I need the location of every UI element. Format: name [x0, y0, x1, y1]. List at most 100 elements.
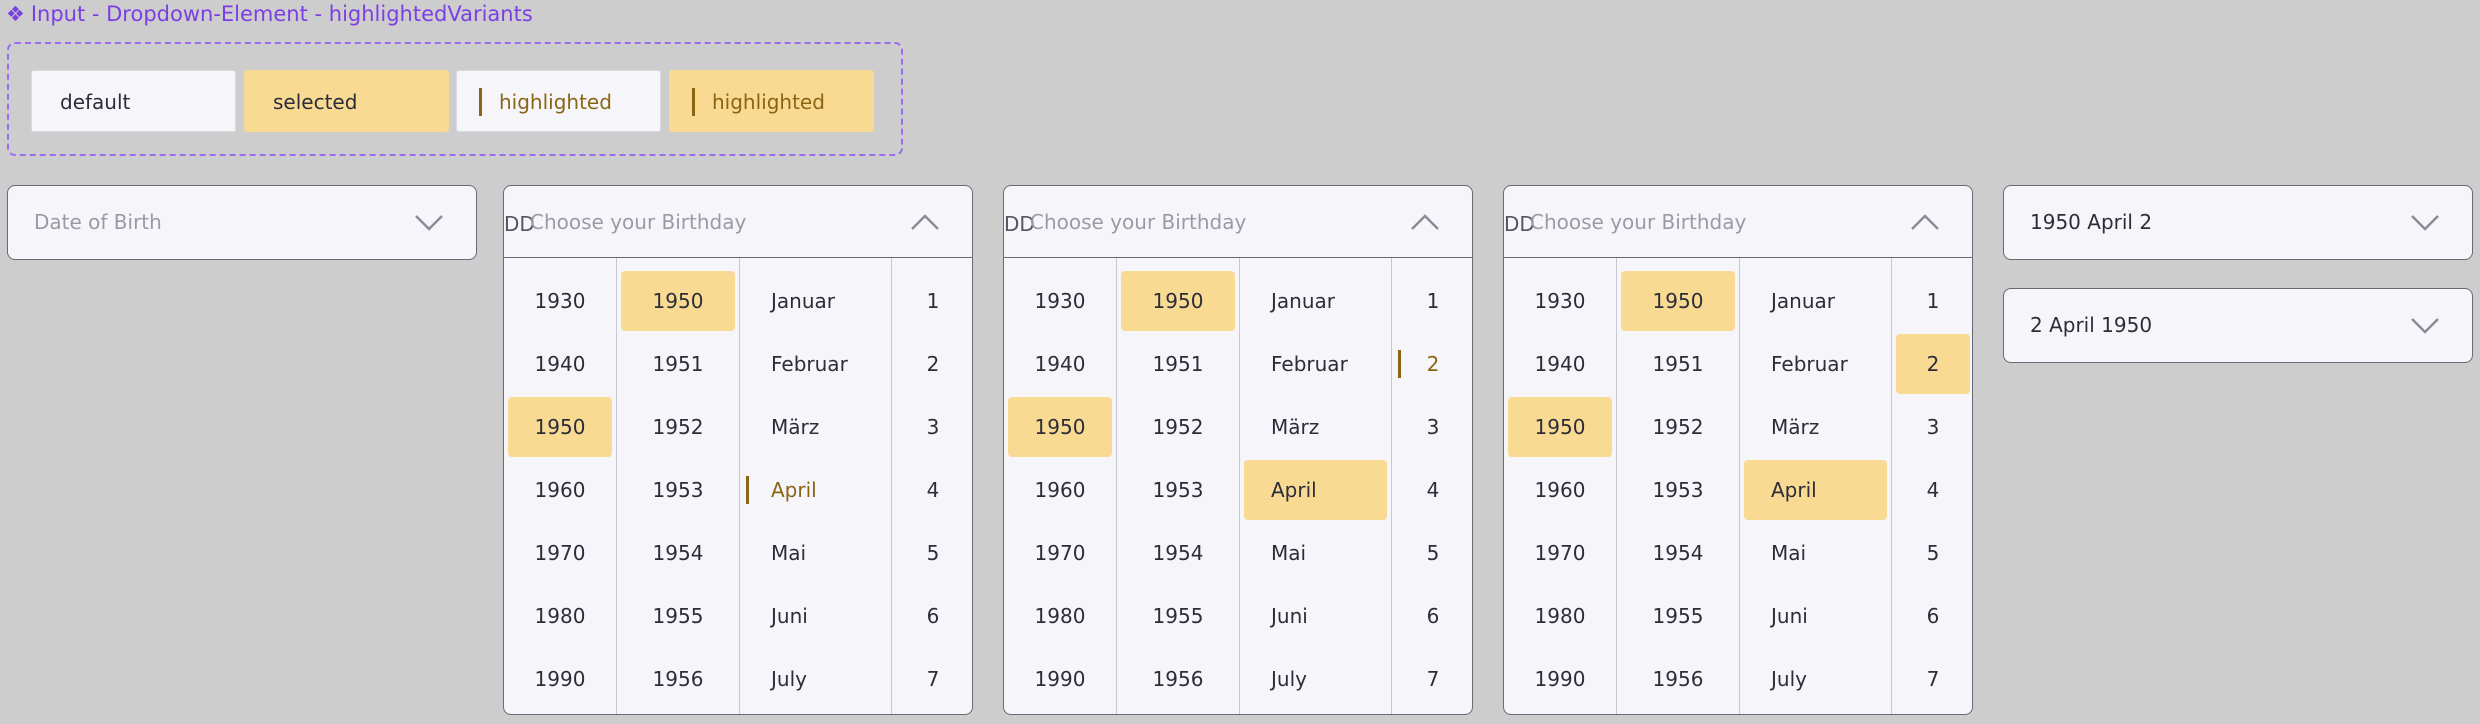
month-option[interactable]: März: [744, 397, 887, 457]
day-option[interactable]: 4: [1396, 460, 1470, 520]
month-option[interactable]: Juni: [744, 586, 887, 646]
decade-option[interactable]: 1990: [508, 649, 612, 709]
decade-option[interactable]: 1950: [508, 397, 612, 457]
chevron-down-icon[interactable]: [414, 210, 444, 234]
day-option[interactable]: 1: [896, 271, 970, 331]
decade-option[interactable]: 1970: [1508, 523, 1612, 583]
decade-option[interactable]: 1960: [1008, 460, 1112, 520]
day-option[interactable]: 7: [896, 649, 970, 709]
decade-option[interactable]: 1990: [1508, 649, 1612, 709]
decade-option[interactable]: 1930: [1008, 271, 1112, 331]
month-option[interactable]: März: [1244, 397, 1387, 457]
chevron-up-icon[interactable]: [1410, 210, 1440, 234]
picker-header[interactable]: DD Choose your Birthday: [1504, 186, 1972, 258]
decade-option[interactable]: 1930: [508, 271, 612, 331]
variant-selected[interactable]: selected: [244, 70, 449, 132]
day-option[interactable]: 3: [896, 397, 970, 457]
year-option[interactable]: 1951: [1621, 334, 1735, 394]
day-option[interactable]: 1: [1896, 271, 1970, 331]
chevron-up-icon[interactable]: [910, 210, 940, 234]
decade-option[interactable]: 1980: [508, 586, 612, 646]
year-option[interactable]: 1951: [1121, 334, 1235, 394]
month-option[interactable]: Januar: [744, 271, 887, 331]
month-option[interactable]: März: [1744, 397, 1887, 457]
year-option[interactable]: 1954: [1121, 523, 1235, 583]
decade-option[interactable]: 1950: [1008, 397, 1112, 457]
year-option[interactable]: 1956: [621, 649, 735, 709]
day-option[interactable]: 6: [1896, 586, 1970, 646]
day-option[interactable]: 7: [1396, 649, 1470, 709]
day-option[interactable]: 5: [896, 523, 970, 583]
day-option[interactable]: 2: [1896, 334, 1970, 394]
year-option[interactable]: 1953: [1621, 460, 1735, 520]
month-option[interactable]: April: [1244, 460, 1387, 520]
date-dropdown-filled[interactable]: 1950 April 2: [2003, 185, 2473, 260]
variant-highlighted-selected[interactable]: highlighted: [669, 70, 874, 132]
chevron-down-icon[interactable]: [2410, 313, 2440, 337]
day-option[interactable]: 2: [896, 334, 970, 394]
day-option[interactable]: 6: [1396, 586, 1470, 646]
date-dropdown-filled-alt[interactable]: 2 April 1950: [2003, 288, 2473, 363]
year-option[interactable]: 1953: [1121, 460, 1235, 520]
year-option[interactable]: 1954: [621, 523, 735, 583]
year-option[interactable]: 1956: [1121, 649, 1235, 709]
day-option[interactable]: 4: [1896, 460, 1970, 520]
month-option[interactable]: Mai: [1744, 523, 1887, 583]
day-option[interactable]: 1: [1396, 271, 1470, 331]
year-option[interactable]: 1952: [621, 397, 735, 457]
decade-option[interactable]: 1960: [508, 460, 612, 520]
year-option[interactable]: 1952: [1621, 397, 1735, 457]
month-option[interactable]: Januar: [1744, 271, 1887, 331]
decade-option[interactable]: 1990: [1008, 649, 1112, 709]
month-option[interactable]: Februar: [1244, 334, 1387, 394]
variant-highlighted[interactable]: highlighted: [456, 70, 661, 132]
decade-option[interactable]: 1940: [508, 334, 612, 394]
year-option[interactable]: 1950: [621, 271, 735, 331]
year-option[interactable]: 1951: [621, 334, 735, 394]
month-option[interactable]: July: [1244, 649, 1387, 709]
variant-default[interactable]: default: [31, 70, 236, 132]
day-option[interactable]: 2: [1396, 334, 1470, 394]
year-option[interactable]: 1956: [1621, 649, 1735, 709]
month-option[interactable]: April: [1744, 460, 1887, 520]
day-option[interactable]: 3: [1896, 397, 1970, 457]
decade-option[interactable]: 1940: [1508, 334, 1612, 394]
year-option[interactable]: 1952: [1121, 397, 1235, 457]
day-option[interactable]: 4: [896, 460, 970, 520]
day-option[interactable]: 6: [896, 586, 970, 646]
chevron-down-icon[interactable]: [2410, 210, 2440, 234]
chevron-up-icon[interactable]: [1910, 210, 1940, 234]
month-option[interactable]: Mai: [1244, 523, 1387, 583]
date-of-birth-dropdown[interactable]: Date of Birth: [7, 185, 477, 260]
day-option[interactable]: 3: [1396, 397, 1470, 457]
month-option[interactable]: Juni: [1744, 586, 1887, 646]
picker-header[interactable]: DD Choose your Birthday: [504, 186, 972, 258]
day-option[interactable]: 7: [1896, 649, 1970, 709]
day-option[interactable]: 5: [1896, 523, 1970, 583]
year-option[interactable]: 1950: [1121, 271, 1235, 331]
day-option[interactable]: 5: [1396, 523, 1470, 583]
month-option[interactable]: Januar: [1244, 271, 1387, 331]
month-option[interactable]: Februar: [1744, 334, 1887, 394]
year-option[interactable]: 1955: [1121, 586, 1235, 646]
decade-option[interactable]: 1980: [1008, 586, 1112, 646]
decade-option[interactable]: 1930: [1508, 271, 1612, 331]
month-option[interactable]: July: [1744, 649, 1887, 709]
year-option[interactable]: 1955: [1621, 586, 1735, 646]
year-option[interactable]: 1954: [1621, 523, 1735, 583]
month-option[interactable]: April: [744, 460, 887, 520]
year-option[interactable]: 1955: [621, 586, 735, 646]
decade-option[interactable]: 1970: [1008, 523, 1112, 583]
year-option[interactable]: 1953: [621, 460, 735, 520]
decade-option[interactable]: 1950: [1508, 397, 1612, 457]
decade-option[interactable]: 1960: [1508, 460, 1612, 520]
decade-option[interactable]: 1980: [1508, 586, 1612, 646]
decade-option[interactable]: 1940: [1008, 334, 1112, 394]
decade-option[interactable]: 1970: [508, 523, 612, 583]
month-option[interactable]: Juni: [1244, 586, 1387, 646]
year-option[interactable]: 1950: [1621, 271, 1735, 331]
month-option[interactable]: July: [744, 649, 887, 709]
picker-header[interactable]: DD Choose your Birthday: [1004, 186, 1472, 258]
month-option[interactable]: Mai: [744, 523, 887, 583]
month-option[interactable]: Februar: [744, 334, 887, 394]
